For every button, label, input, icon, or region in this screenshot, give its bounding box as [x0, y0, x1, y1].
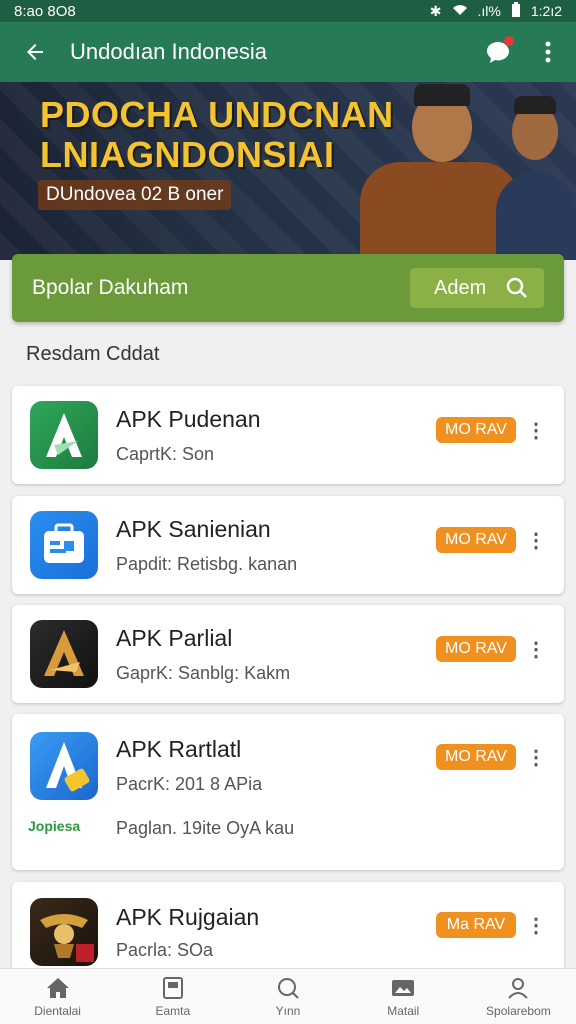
profile-icon [508, 977, 529, 999]
search-label: Bpolar Dakuham [32, 276, 189, 299]
more-vertical-icon [545, 41, 551, 63]
nav-item-media[interactable]: Matail [346, 969, 461, 1024]
app-badge[interactable]: MO RAV [436, 527, 516, 553]
wifi-icon [452, 3, 468, 19]
more-vertical-icon[interactable]: ⋮ [526, 913, 546, 938]
app-icon [30, 511, 98, 579]
status-right-time: 1:2ı2 [530, 3, 562, 19]
app-list-item[interactable]: APK Parlial GaprK: Sanblg: Kakm MO RAV ⋮ [12, 605, 564, 703]
app-name: APK Pudenan [116, 406, 261, 432]
nav-item-search[interactable]: Yınn [230, 969, 345, 1024]
bottom-navigation: Dientalai Eamta Yınn Matail Spolarebom [0, 968, 576, 1024]
more-vertical-icon[interactable]: ⋮ [526, 528, 546, 553]
app-list-item[interactable]: APK Rujgaian Pacrla: SOa Ma RAV ⋮ [12, 882, 564, 982]
app-name: APK Rujgaian [116, 904, 260, 930]
search-button[interactable]: Adem [410, 268, 544, 308]
app-list-item[interactable]: APK Pudenan CaprtK: Son MO RAV ⋮ [12, 386, 564, 484]
more-vertical-icon[interactable]: ⋮ [526, 637, 546, 662]
app-icon [30, 732, 98, 800]
banner-subtitle: DUndovea 02 B oner [38, 180, 232, 210]
app-list-item[interactable]: Jopiesa APK Rartlatl PacrK: 201 8 APia P… [12, 714, 564, 870]
nav-item-apps[interactable]: Eamta [115, 969, 230, 1024]
app-meta: GaprK: Sanblg: Kakm [116, 663, 291, 683]
section-title: Resdam Cddat [26, 343, 160, 365]
search-button-label: Adem [434, 276, 487, 299]
overflow-menu-button[interactable] [520, 22, 576, 82]
app-meta: CaprtK: Son [116, 444, 215, 464]
home-icon [46, 977, 69, 998]
app-badge[interactable]: MO RAV [436, 417, 516, 443]
tablet-icon [162, 976, 183, 999]
nav-item-home[interactable]: Dientalai [0, 969, 115, 1024]
promo-banner[interactable]: PDOCHA UNDCNAN LNIAGNDONSIAI DUndovea 02… [0, 82, 576, 260]
app-meta: Pacrla: SOa [116, 940, 214, 960]
app-icon [30, 898, 98, 966]
app-list-item[interactable]: APK Sanienian Papdit: Retisbg. kanan MO … [12, 496, 564, 594]
more-vertical-icon[interactable]: ⋮ [526, 745, 546, 770]
nav-label: Dientalai [34, 1003, 81, 1018]
app-bar: Undodıan Indonesia [0, 22, 576, 82]
page-title: Undodıan Indonesia [70, 39, 267, 64]
app-name: APK Sanienian [116, 516, 271, 542]
app-name: APK Rartlatl [116, 736, 242, 762]
app-icon [30, 620, 98, 688]
status-bar: 8:ao 8O8 ✱ .ıl% 1:2ı2 [0, 0, 576, 22]
search-icon [506, 277, 527, 298]
bluetooth-icon: ✱ [429, 2, 442, 19]
app-badge[interactable]: MO RAV [436, 744, 516, 770]
nav-label: Spolarebom [486, 1003, 551, 1018]
app-icon [30, 401, 98, 469]
more-vertical-icon[interactable]: ⋮ [526, 418, 546, 443]
app-extra-logo: Jopiesa [28, 818, 81, 834]
arrow-left-icon [27, 44, 43, 60]
nav-label: Yınn [275, 1003, 301, 1018]
banner-title-line1: PDOCHA UNDCNAN [40, 94, 394, 135]
image-icon [392, 979, 415, 996]
status-time: 8:ao 8O8 [14, 2, 76, 20]
app-badge[interactable]: Ma RAV [436, 912, 516, 938]
app-badge[interactable]: MO RAV [436, 636, 516, 662]
battery-icon [511, 1, 521, 21]
back-button[interactable] [0, 22, 70, 82]
app-meta-secondary: Paglan. 19ite OyA kau [116, 818, 295, 838]
banner-title-line2: LNIAGNDONSIAI [40, 134, 335, 175]
notification-dot [504, 36, 514, 46]
banner-person-secondary [496, 82, 576, 260]
app-meta: Papdit: Retisbg. kanan [116, 554, 298, 574]
search-card: Bpolar Dakuham Adem [12, 254, 564, 322]
search-icon [278, 977, 299, 999]
chat-button[interactable] [476, 22, 520, 82]
signal-text: .ıl% [477, 3, 501, 19]
nav-item-profile[interactable]: Spolarebom [461, 969, 576, 1024]
nav-label: Eamta [155, 1003, 191, 1018]
nav-label: Matail [387, 1003, 420, 1018]
app-name: APK Parlial [116, 625, 233, 651]
app-meta: PacrK: 201 8 APia [116, 774, 263, 794]
